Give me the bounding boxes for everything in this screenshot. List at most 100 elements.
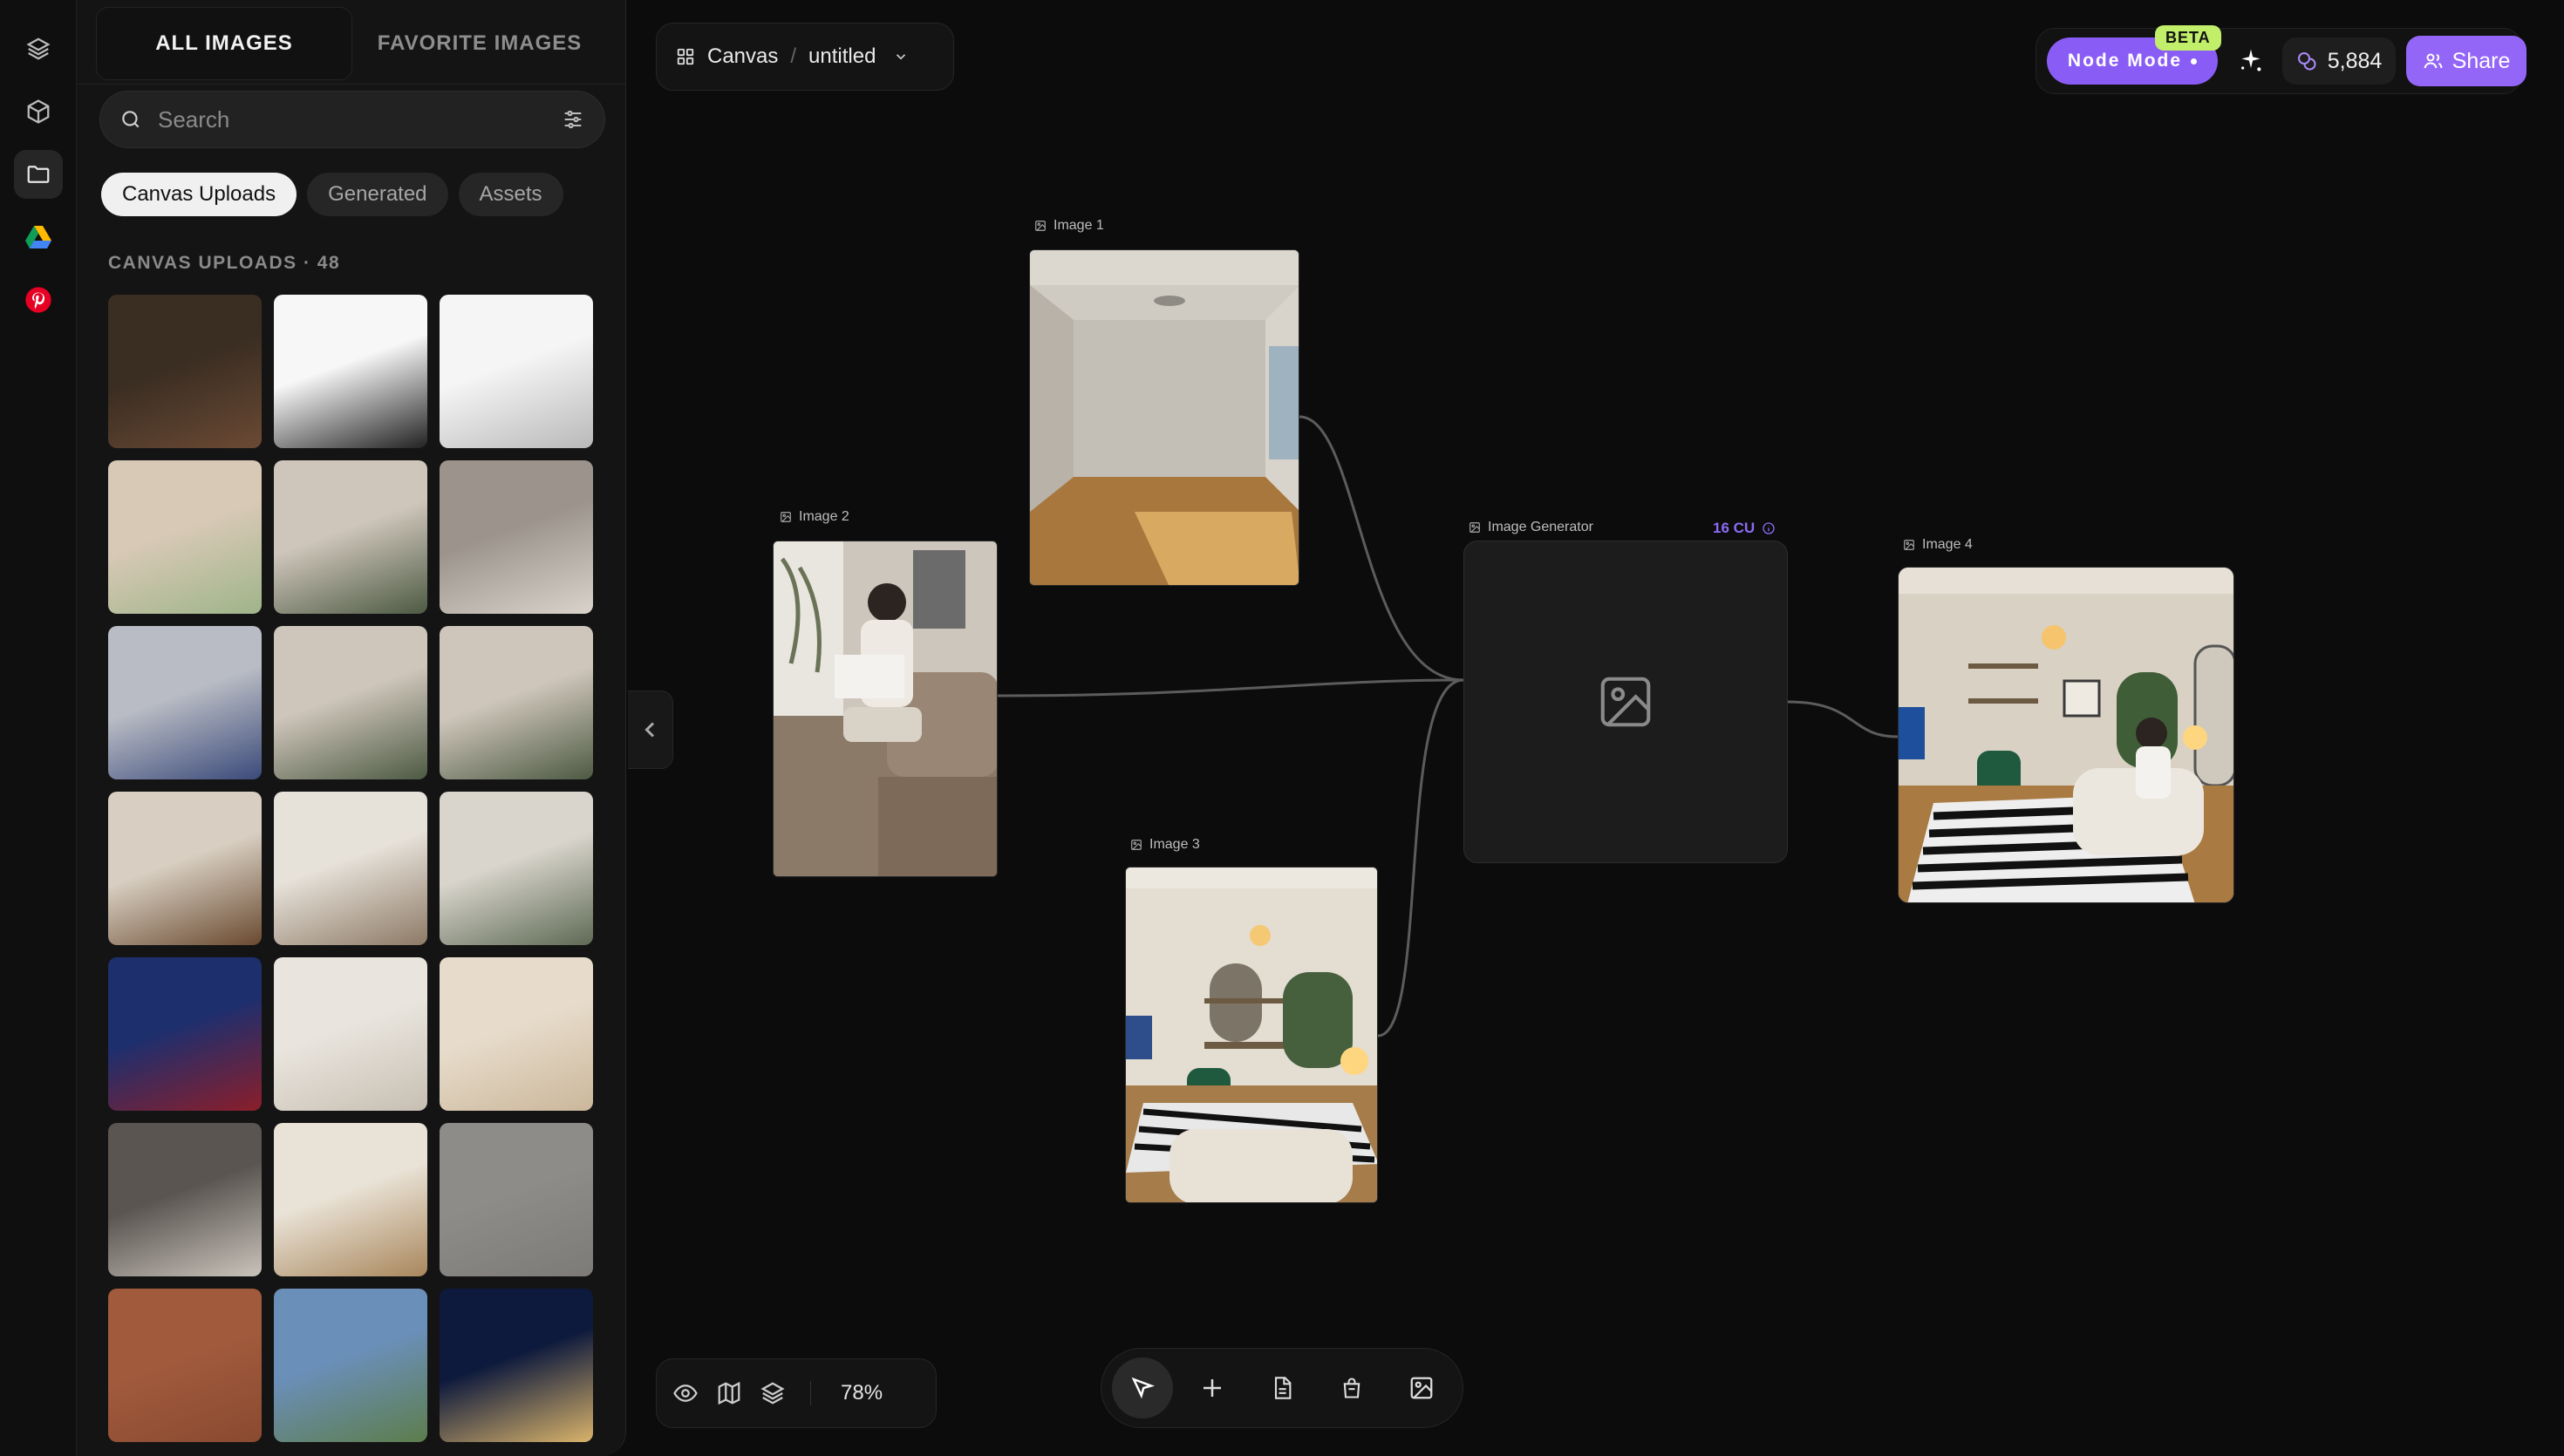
grid-icon <box>677 48 694 65</box>
plus-icon <box>1204 1379 1221 1397</box>
image-thumbnail[interactable] <box>440 460 593 614</box>
image4-title: Image 4 <box>1922 537 1973 552</box>
image-thumbnail[interactable] <box>108 1289 262 1442</box>
view-bar-divider <box>810 1381 811 1405</box>
image1-node-label: Image 1 <box>1034 218 1104 234</box>
empty-room-photo <box>1030 250 1299 585</box>
sparkle-icon <box>2241 49 2261 71</box>
ai-spark-button[interactable] <box>2228 37 2274 85</box>
image-thumbnail[interactable] <box>108 1123 262 1276</box>
generated-room-photo <box>1899 568 2233 902</box>
folder-icon <box>27 166 50 183</box>
image1-title: Image 1 <box>1054 218 1104 233</box>
search-icon <box>122 111 140 128</box>
credits-value: 5,884 <box>2327 48 2383 73</box>
search-input[interactable] <box>158 105 561 133</box>
image-icon <box>1131 840 1142 850</box>
image-thumbnail[interactable] <box>440 626 593 779</box>
view-controls: 78% <box>656 1358 937 1428</box>
image-grid <box>108 295 597 1442</box>
image1-node[interactable] <box>1029 249 1299 586</box>
image-thumbnail[interactable] <box>274 957 427 1111</box>
image-thumbnail[interactable] <box>274 460 427 614</box>
rail-assets-button[interactable] <box>14 87 63 136</box>
cursor-arrow-icon <box>1131 1377 1155 1399</box>
credits-display[interactable]: 5,884 <box>2282 37 2396 85</box>
tab-divider <box>77 84 625 85</box>
image-upload-tool[interactable] <box>1391 1357 1452 1419</box>
image-thumbnail[interactable] <box>108 957 262 1111</box>
share-button[interactable]: Share <box>2406 36 2526 86</box>
breadcrumb: Canvas / untitled <box>656 23 954 91</box>
beta-badge: BETA <box>2155 25 2221 51</box>
image-thumbnail[interactable] <box>108 295 262 448</box>
generator-node-label: Image Generator <box>1469 520 1593 535</box>
edge-generator-image4 <box>1787 700 1899 738</box>
top-right-controls: Node Mode BETA 5,884 Share <box>2036 25 2526 94</box>
image-thumbnail[interactable] <box>274 1123 427 1276</box>
text-node-tool[interactable] <box>1251 1357 1313 1419</box>
info-icon[interactable] <box>1762 521 1776 535</box>
chip-canvas-uploads[interactable]: Canvas Uploads <box>101 173 297 216</box>
image-thumbnail[interactable] <box>274 626 427 779</box>
rail-pinterest-button[interactable] <box>14 276 63 324</box>
image-thumbnail[interactable] <box>274 792 427 945</box>
image-thumbnail[interactable] <box>108 792 262 945</box>
image-thumbnail[interactable] <box>440 295 593 448</box>
coins-icon <box>2297 52 2316 71</box>
image-icon <box>1904 540 1914 550</box>
image3-node[interactable] <box>1125 867 1378 1203</box>
image4-node[interactable] <box>1898 567 2234 903</box>
image-thumbnail[interactable] <box>108 626 262 779</box>
image-thumbnail[interactable] <box>440 792 593 945</box>
breadcrumb-canvas[interactable]: Canvas <box>707 44 778 69</box>
rail-layers-button[interactable] <box>14 24 63 73</box>
shopping-bag-icon <box>1343 1378 1360 1398</box>
image2-node[interactable] <box>773 541 998 877</box>
images-panel: ALL IMAGES FAVORITE IMAGES Canvas Upload… <box>77 0 626 1456</box>
image-add-icon <box>1410 1377 1433 1399</box>
breadcrumb-separator: / <box>790 44 797 68</box>
generator-cost: 16 CU <box>1713 520 1776 537</box>
image-thumbnail[interactable] <box>440 1123 593 1276</box>
section-label: CANVAS UPLOADS · 48 <box>108 253 341 273</box>
image-generator-node[interactable] <box>1463 541 1788 863</box>
image-thumbnail[interactable] <box>108 460 262 614</box>
layers-icon[interactable] <box>760 1380 786 1406</box>
tab-all-images[interactable]: ALL IMAGES <box>96 7 352 80</box>
tab-favorite-images[interactable]: FAVORITE IMAGES <box>352 7 607 80</box>
icon-rail <box>0 0 77 1456</box>
generator-title: Image Generator <box>1488 520 1593 534</box>
rail-google-drive-button[interactable] <box>14 213 63 262</box>
edge-image2-generator <box>997 678 1464 697</box>
image-thumbnail[interactable] <box>274 1289 427 1442</box>
select-tool[interactable] <box>1112 1357 1173 1419</box>
product-tool[interactable] <box>1321 1357 1382 1419</box>
chip-generated[interactable]: Generated <box>307 173 448 216</box>
node-mode-toggle[interactable]: Node Mode BETA <box>2047 25 2221 85</box>
image-thumbnail[interactable] <box>440 957 593 1111</box>
edge-image1-generator <box>1299 415 1464 682</box>
chip-assets[interactable]: Assets <box>458 173 563 216</box>
users-icon <box>2424 53 2443 69</box>
image-thumbnail[interactable] <box>440 1289 593 1442</box>
add-node-tool[interactable] <box>1182 1357 1243 1419</box>
pinterest-icon <box>25 287 51 313</box>
file-name[interactable]: untitled <box>808 44 876 69</box>
document-icon <box>1274 1377 1292 1399</box>
image-tabs: ALL IMAGES FAVORITE IMAGES <box>96 7 607 80</box>
image2-title: Image 2 <box>799 509 849 524</box>
chevron-down-icon[interactable] <box>893 49 909 65</box>
zoom-level[interactable]: 78% <box>841 1381 883 1405</box>
rail-images-button[interactable] <box>14 150 63 199</box>
search-bar <box>99 91 605 148</box>
map-icon[interactable] <box>716 1380 742 1406</box>
generator-cost-value: 16 CU <box>1713 520 1756 536</box>
filter-sliders-icon[interactable] <box>561 107 585 132</box>
eye-icon[interactable] <box>672 1380 699 1406</box>
google-drive-icon <box>25 226 51 248</box>
collapse-panel-button[interactable] <box>628 691 673 769</box>
image-thumbnail[interactable] <box>274 295 427 448</box>
image-placeholder-icon <box>1600 677 1651 727</box>
chevron-left-icon <box>644 722 654 738</box>
